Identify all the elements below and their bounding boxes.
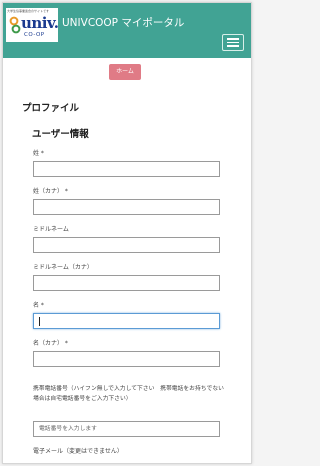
section-title: ユーザー情報 — [32, 129, 89, 140]
app-frame: 大学生協事業連合のサイトです univ. CO-OP UNIVCOOP マイポー… — [2, 2, 252, 464]
middle-name-kana-input[interactable] — [33, 275, 220, 291]
phone-input[interactable]: 電話番号を入力します — [33, 421, 220, 437]
text-caret — [39, 317, 40, 326]
phone-note: 携帯電話番号（ハイフン無しで入力して下さい 携帯電話をお持ちでない場合は自宅電話… — [33, 386, 224, 402]
logo-co-op: CO-OP — [24, 32, 45, 38]
first-name-kana-input[interactable] — [33, 351, 220, 367]
univcoop-logo[interactable]: 大学生協事業連合のサイトです univ. CO-OP — [6, 8, 59, 42]
email-label: 電子メール（変更はできません） — [33, 448, 123, 455]
last-name-kana-input[interactable] — [33, 199, 220, 215]
middle-name-input[interactable] — [33, 237, 220, 253]
last-name-label: 姓 * — [33, 150, 44, 157]
portal-title: UNIVCOOP マイポータル — [62, 17, 185, 29]
middle-name-label: ミドルネーム — [33, 226, 69, 233]
last-name-input[interactable] — [33, 161, 220, 177]
header-bar: 大学生協事業連合のサイトです univ. CO-OP UNIVCOOP マイポー… — [3, 3, 251, 58]
univcoop-logo-icon — [9, 16, 21, 34]
middle-name-kana-label: ミドルネーム（カナ） — [33, 264, 93, 271]
last-name-kana-label: 姓（カナ） * — [33, 188, 68, 195]
logo-caption: 大学生協事業連合のサイトです — [7, 9, 50, 13]
logo-wordmark: univ. — [21, 14, 59, 32]
first-name-label: 名 * — [33, 302, 44, 309]
hamburger-menu-icon[interactable] — [222, 34, 244, 51]
first-name-input[interactable] — [33, 313, 220, 329]
page-title: プロファイル — [22, 103, 80, 114]
first-name-kana-label: 名（カナ） * — [33, 340, 68, 347]
home-button[interactable]: ホーム — [109, 64, 141, 80]
